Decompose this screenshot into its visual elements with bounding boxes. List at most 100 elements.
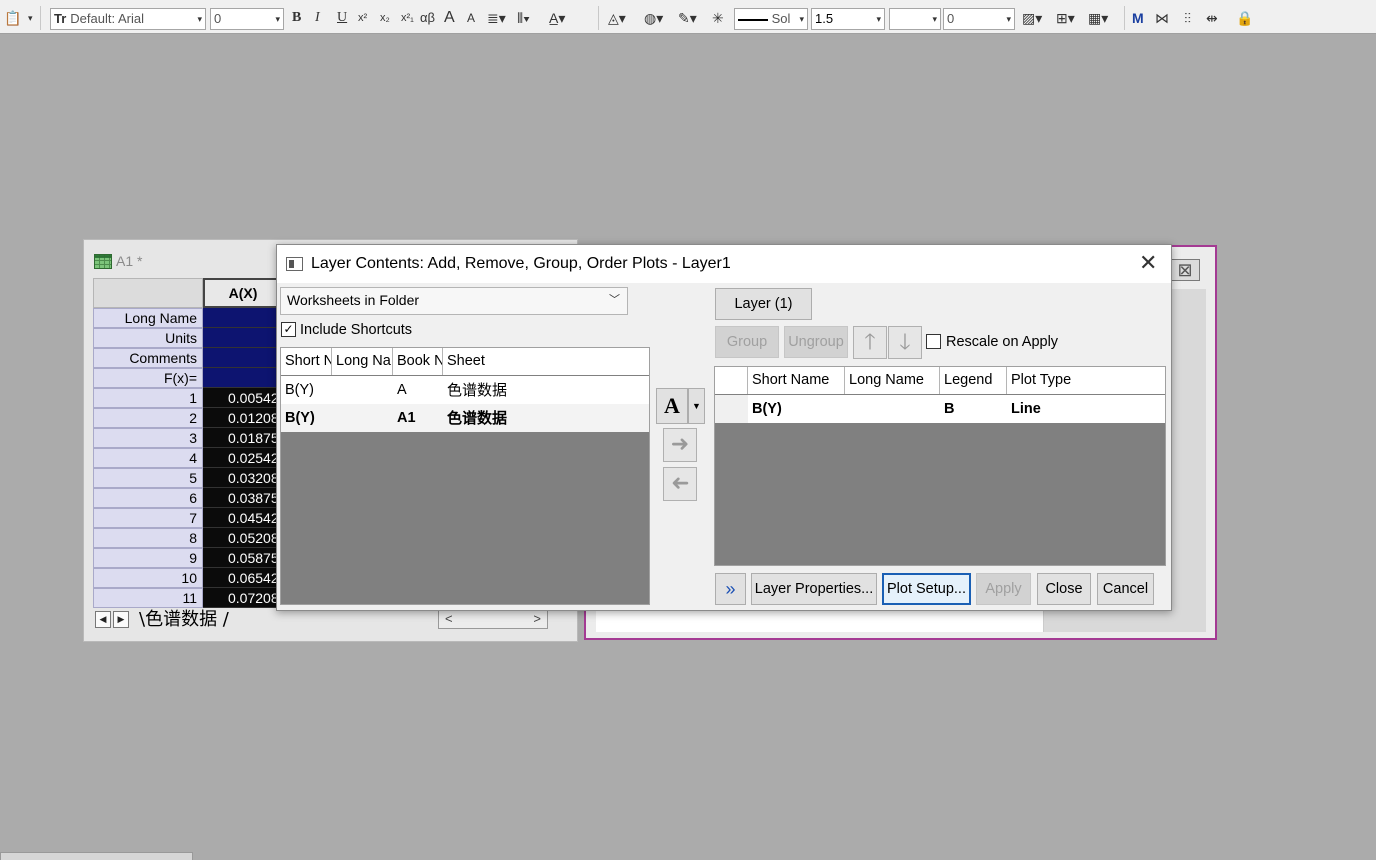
row-number[interactable]: 11: [93, 588, 203, 608]
cell[interactable]: 0.05875: [203, 548, 283, 568]
table-icon[interactable]: ▦▾: [1088, 7, 1108, 29]
row-header[interactable]: Units: [93, 328, 203, 348]
greek-button[interactable]: αβ: [420, 7, 435, 29]
column-header[interactable]: Plot Type: [1007, 367, 1165, 394]
unmerge-icon[interactable]: ⋈: [1155, 7, 1169, 29]
row-number[interactable]: 6: [93, 488, 203, 508]
pattern-icon[interactable]: ◍▾: [644, 7, 663, 29]
cell[interactable]: 0.01875: [203, 428, 283, 448]
worksheet-title[interactable]: A1 *: [94, 253, 142, 269]
plot-setup-button[interactable]: Plot Setup...: [882, 573, 971, 605]
cell[interactable]: 0.05208: [203, 528, 283, 548]
row-selector[interactable]: [715, 395, 748, 423]
cell[interactable]: 0.07208: [203, 588, 283, 608]
border-icon[interactable]: ⊞▾: [1056, 7, 1075, 29]
row-header[interactable]: F(x)=: [93, 368, 203, 388]
increase-font-button[interactable]: A: [444, 7, 455, 29]
spacing-combo[interactable]: 0 ▾: [943, 8, 1015, 30]
grid-corner[interactable]: [93, 278, 203, 308]
remove-plot-button[interactable]: ➜: [663, 467, 697, 501]
paste-icon[interactable]: 📋: [4, 7, 21, 29]
minimized-window[interactable]: [0, 852, 193, 860]
layer-properties-button[interactable]: Layer Properties...: [751, 573, 877, 605]
table-row[interactable]: B(Y) A1 色谱数据: [281, 404, 649, 432]
cell[interactable]: 0.03208: [203, 468, 283, 488]
font-color-icon[interactable]: A̲▾: [549, 7, 565, 29]
row-number[interactable]: 1: [93, 388, 203, 408]
sheet-tab[interactable]: \色谱数据 /: [139, 609, 229, 631]
table-row[interactable]: B(Y) B Line: [715, 395, 1165, 423]
cell[interactable]: 0.02542: [203, 448, 283, 468]
column-header[interactable]: Long Na: [332, 348, 393, 375]
supsub-button[interactable]: x²₁: [401, 7, 414, 29]
column-header-a[interactable]: A(X): [203, 278, 283, 308]
row-number[interactable]: 7: [93, 508, 203, 528]
distribute-icon[interactable]: ⫶⫶: [1184, 7, 1191, 29]
column-header[interactable]: Short Name: [748, 367, 845, 394]
row-header[interactable]: Comments: [93, 348, 203, 368]
close-button[interactable]: Close: [1037, 573, 1091, 605]
line-style-combo[interactable]: Sol ▾: [734, 8, 808, 30]
line-color-icon[interactable]: ✎▾: [678, 7, 697, 29]
rescale-checkbox[interactable]: [926, 334, 941, 349]
row-number[interactable]: 9: [93, 548, 203, 568]
subscript-button[interactable]: x₂: [380, 7, 390, 29]
cell[interactable]: 0.03875: [203, 488, 283, 508]
cell[interactable]: 0.00542: [203, 388, 283, 408]
toolbar-overflow-icon[interactable]: ▾: [28, 7, 33, 29]
expand-button[interactable]: »: [715, 573, 746, 605]
font-name-combo[interactable]: Tr Default: Arial ▾: [50, 8, 206, 30]
bold-button[interactable]: B: [292, 7, 301, 29]
column-header[interactable]: Legend: [940, 367, 1007, 394]
row-number[interactable]: 10: [93, 568, 203, 588]
apply-button[interactable]: Apply: [976, 573, 1031, 605]
underline-button[interactable]: U: [337, 7, 347, 29]
cell[interactable]: 0.06542: [203, 568, 283, 588]
lock-icon[interactable]: 🔒: [1236, 7, 1253, 29]
column-header[interactable]: Book N: [393, 348, 443, 375]
move-down-button[interactable]: 🡓: [888, 326, 922, 359]
cell[interactable]: [203, 308, 283, 328]
row-number[interactable]: 2: [93, 408, 203, 428]
font-size-combo[interactable]: 0 ▾: [210, 8, 284, 30]
available-data-table[interactable]: Short N Long Na Book N Sheet B(Y) A 色谱数据…: [280, 347, 650, 605]
worksheet-grid[interactable]: A(X) Long Name Units Comments F(x)= 1 0.0…: [93, 278, 283, 608]
group-button[interactable]: Group: [715, 326, 779, 358]
column-header[interactable]: [715, 367, 748, 394]
source-combo[interactable]: Worksheets in Folder ﹀: [280, 287, 628, 315]
tab-layer[interactable]: Layer (1): [715, 288, 812, 320]
prev-sheet-button[interactable]: ◀: [95, 611, 111, 628]
row-number[interactable]: 3: [93, 428, 203, 448]
cell[interactable]: 0.01208: [203, 408, 283, 428]
cancel-button[interactable]: Cancel: [1097, 573, 1154, 605]
next-sheet-button[interactable]: ▶: [113, 611, 129, 628]
move-up-button[interactable]: 🡑: [853, 326, 887, 359]
spread-icon[interactable]: ⇹: [1206, 7, 1218, 29]
cell[interactable]: [203, 368, 283, 388]
include-shortcuts-checkbox[interactable]: ✓: [281, 322, 296, 337]
cell[interactable]: 0.04542: [203, 508, 283, 528]
row-number[interactable]: 4: [93, 448, 203, 468]
cell[interactable]: [203, 328, 283, 348]
column-header[interactable]: Long Name: [845, 367, 940, 394]
layer-plots-table[interactable]: Short Name Long Name Legend Plot Type B(…: [714, 366, 1166, 566]
fill-combo[interactable]: ▾: [889, 8, 941, 30]
add-plot-button[interactable]: ➜: [663, 428, 697, 462]
close-icon[interactable]: ⊠: [1170, 259, 1200, 281]
symbol-icon[interactable]: ✳: [712, 7, 724, 29]
table-row[interactable]: B(Y) A 色谱数据: [281, 376, 649, 404]
row-number[interactable]: 5: [93, 468, 203, 488]
ungroup-button[interactable]: Ungroup: [784, 326, 848, 358]
horizontal-scrollbar[interactable]: < >: [438, 610, 548, 629]
merge-icon[interactable]: M: [1132, 7, 1144, 29]
plot-type-button[interactable]: A: [656, 388, 688, 424]
fill-color-icon[interactable]: ◬▾: [608, 7, 626, 29]
plot-type-dropdown[interactable]: ▼: [688, 388, 705, 424]
decrease-font-button[interactable]: A: [467, 7, 475, 29]
close-icon[interactable]: ✕: [1139, 252, 1157, 274]
align-icon[interactable]: ≣▾: [487, 7, 506, 29]
dialog-titlebar[interactable]: Layer Contents: Add, Remove, Group, Orde…: [277, 245, 1171, 283]
row-header[interactable]: Long Name: [93, 308, 203, 328]
scroll-left-icon[interactable]: <: [445, 611, 453, 626]
line-width-combo[interactable]: 1.5 ▾: [811, 8, 885, 30]
